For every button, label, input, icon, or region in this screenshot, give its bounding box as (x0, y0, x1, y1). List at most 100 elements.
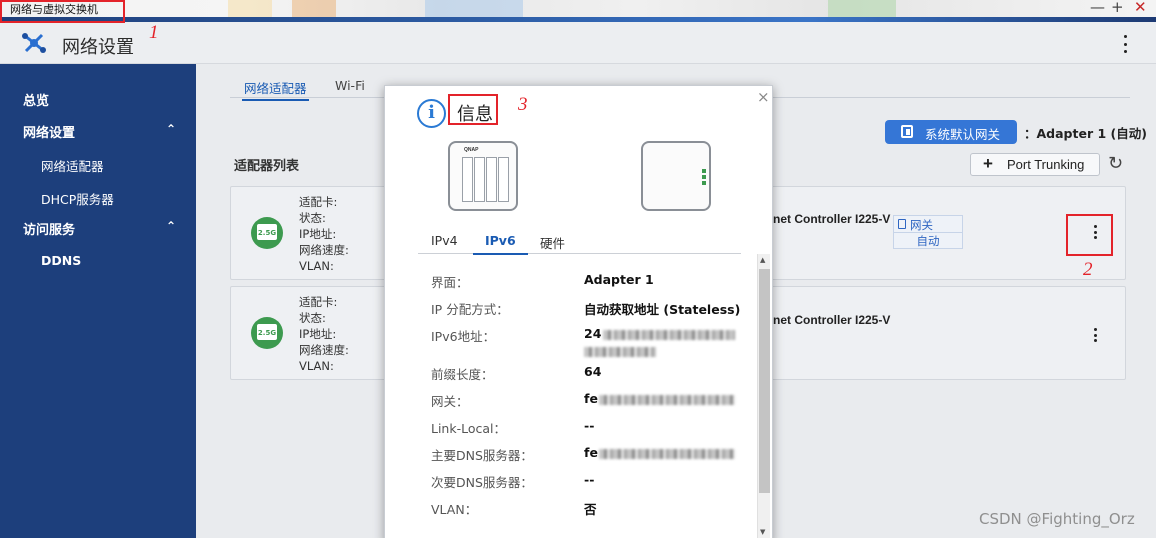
info-key: 网关： (431, 394, 469, 409)
tab-ipv4[interactable]: IPv4 (431, 233, 458, 248)
scrollbar-thumb[interactable] (759, 269, 770, 493)
chevron-up-icon: ⌃ (165, 219, 176, 233)
sidebar-item-label: DHCP服务器 (41, 192, 114, 207)
gateway-icon (901, 125, 913, 138)
info-key: IP 分配方式： (431, 302, 509, 317)
drive-bay (486, 157, 497, 202)
info-row: IPv6地址： 24 (431, 326, 751, 362)
sidebar-item-network-adapter[interactable]: 网络适配器 (0, 150, 196, 178)
speed-badge: 2.5G (257, 229, 277, 237)
info-value: fe (584, 445, 735, 460)
label-ip: IP地址: (299, 327, 337, 341)
status-leds (700, 167, 708, 191)
adapter-2-5g-icon: 2.5G (251, 217, 283, 249)
tab-network-adapter[interactable]: 网络适配器 (242, 78, 309, 101)
sidebar-item-access-services[interactable]: 访问服务 ⌃ (0, 213, 196, 241)
tab-wifi[interactable]: Wi-Fi (335, 78, 365, 93)
label-status: 状态: (299, 211, 326, 225)
close-window-button[interactable]: ✕ (1134, 0, 1147, 16)
info-value: fe (584, 391, 735, 406)
adapter-field-labels: 适配卡: 状态: IP地址: 网络速度: VLAN: (299, 294, 349, 374)
default-gateway-adapter: ：Adapter 1 (自动) (1024, 126, 1147, 141)
info-value: -- (584, 472, 595, 487)
info-row: VLAN： 否 (431, 499, 751, 519)
info-row: 前缀长度： 64 (431, 364, 751, 384)
default-gateway-label: 系统默认网关 (925, 127, 1001, 142)
info-value: Adapter 1 (584, 272, 654, 287)
scroll-up-icon[interactable]: ▲ (760, 256, 765, 264)
gateway-icon (898, 219, 906, 229)
label-status: 状态: (299, 311, 326, 325)
adapter-2-5g-icon: 2.5G (251, 317, 283, 349)
drive-bay (462, 157, 473, 202)
app-header: 网络设置 (0, 22, 1156, 64)
titlebar-decoration (425, 0, 523, 17)
info-icon: i (417, 99, 446, 128)
gateway-prefix: fe (584, 391, 598, 406)
info-value: 自动获取地址 (Stateless) (584, 302, 741, 317)
info-key: 界面： (431, 275, 469, 290)
adapter-list-title: 适配器列表 (234, 159, 300, 174)
annotation-number-2: 2 (1083, 259, 1093, 280)
tab-ipv6[interactable]: IPv6 (473, 233, 528, 255)
maximize-button[interactable]: + (1111, 0, 1124, 16)
redacted-value (598, 448, 735, 459)
info-value: 64 (584, 364, 602, 379)
dot (1093, 230, 1097, 234)
controller-name: net Controller I225-V (773, 212, 891, 226)
info-key: 次要DNS服务器： (431, 475, 533, 490)
sidebar-item-label: 网络设置 (23, 126, 76, 141)
led (702, 181, 706, 185)
dialog-scrollbar[interactable]: ▲ ▼ (757, 254, 770, 538)
label-vlan: VLAN: (299, 259, 334, 273)
sidebar-item-network-settings[interactable]: 网络设置 ⌃ (0, 116, 196, 144)
info-key: 前缀长度： (431, 367, 494, 382)
gateway-tag-top: 网关 (894, 216, 962, 233)
dns-prefix: fe (584, 445, 598, 460)
adapter-more-button[interactable] (1088, 328, 1102, 342)
refresh-icon[interactable]: ↻ (1108, 153, 1126, 174)
dialog-tab-bar: IPv4 IPv6 硬件 (418, 228, 741, 255)
label-vlan: VLAN: (299, 359, 334, 373)
port-trunking-button[interactable]: + Port Trunking (970, 153, 1100, 176)
info-row: 主要DNS服务器： fe (431, 445, 751, 465)
plus-icon: + (983, 154, 993, 173)
info-value: 24 (584, 326, 736, 357)
adapter-field-labels: 适配卡: 状态: IP地址: 网络速度: VLAN: (299, 194, 349, 274)
nas-front-image: QNAP (448, 141, 518, 211)
device-brand: QNAP (464, 147, 479, 153)
redacted-value (598, 394, 735, 405)
sidebar-item-overview[interactable]: 总览 (0, 84, 196, 112)
dot (1123, 50, 1127, 53)
sidebar-item-dhcp-server[interactable]: DHCP服务器 (0, 183, 196, 211)
ipv6-address-prefix: 24 (584, 326, 602, 341)
titlebar-decoration (228, 0, 272, 17)
info-row: 网关： fe (431, 391, 751, 411)
sidebar-item-ddns[interactable]: DDNS (0, 247, 196, 275)
gateway-tag: 网关 自动 (893, 215, 963, 249)
sidebar-item-label: 访问服务 (23, 223, 76, 238)
led (702, 175, 706, 179)
watermark: CSDN @Fighting_Orz (979, 510, 1135, 528)
close-icon[interactable]: × (757, 88, 770, 106)
gateway-tag-label: 网关 (910, 218, 933, 232)
tab-hardware[interactable]: 硬件 (540, 233, 565, 252)
minimize-button[interactable]: — (1090, 0, 1105, 16)
dot (1123, 42, 1127, 46)
dot (1093, 236, 1097, 239)
default-gateway-button[interactable]: 系统默认网关 (885, 120, 1017, 144)
titlebar-decoration (292, 0, 336, 17)
info-dialog: × i 信息 QNAP IPv4 IPv6 硬件 界面： Adapter 1 IP… (384, 85, 773, 538)
info-value: 否 (584, 502, 597, 517)
scroll-down-icon[interactable]: ▼ (760, 528, 765, 536)
adapter-more-button[interactable] (1088, 225, 1102, 239)
gateway-mode: 自动 (916, 234, 940, 248)
label-adapter: 适配卡: (299, 195, 338, 209)
info-key: VLAN： (431, 502, 478, 517)
label-speed: 网络速度: (299, 343, 349, 357)
redacted-value (603, 329, 736, 340)
dot (1093, 225, 1097, 228)
info-row: Link-Local： -- (431, 418, 751, 438)
app-menu-button[interactable] (1118, 35, 1132, 53)
redacted-value (584, 346, 656, 357)
